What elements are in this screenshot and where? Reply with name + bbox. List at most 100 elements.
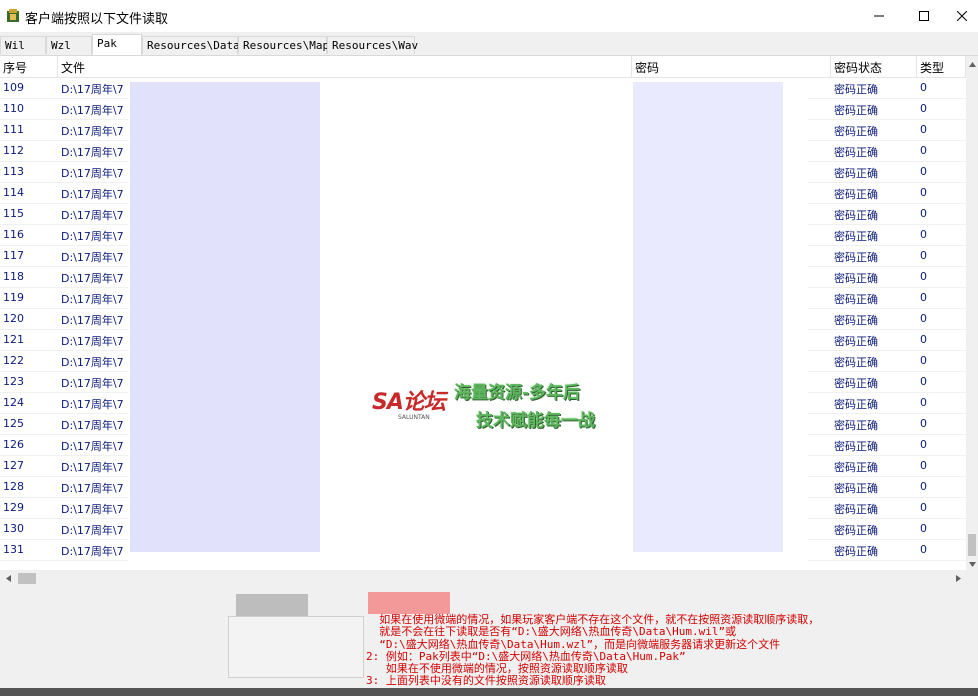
redacted-file-paths	[130, 82, 320, 552]
tab-resources-wav[interactable]: Resources\Wav	[327, 36, 418, 54]
app-icon	[5, 8, 21, 24]
row-seq: 109	[3, 81, 24, 94]
row-file: D:\17周年\7	[61, 398, 124, 411]
minimize-button[interactable]	[856, 0, 902, 32]
row-file: D:\17周年\7	[61, 104, 124, 117]
redacted-label	[236, 594, 308, 616]
row-file: D:\17周年\7	[61, 482, 124, 495]
row-status: 密码正确	[834, 209, 878, 222]
note-line: 3: 上面列表中没有的文件按照资源读取顺序读取	[366, 674, 606, 688]
row-type: 0	[920, 459, 927, 472]
row-seq: 111	[3, 123, 24, 136]
row-status: 密码正确	[834, 335, 878, 348]
row-type: 0	[920, 270, 927, 283]
scroll-left-icon[interactable]	[0, 570, 16, 587]
row-file: D:\17周年\7	[61, 125, 124, 138]
row-status: 密码正确	[834, 125, 878, 138]
row-file: D:\17周年\7	[61, 188, 124, 201]
tab-resources-data[interactable]: Resources\Data	[142, 36, 240, 54]
tab-pak[interactable]: Pak	[92, 34, 142, 55]
row-type: 0	[920, 186, 927, 199]
row-file: D:\17周年\7	[61, 167, 124, 180]
maximize-button[interactable]	[901, 0, 947, 32]
row-type: 0	[920, 102, 927, 115]
row-seq: 123	[3, 375, 24, 388]
column-header-seq[interactable]: 序号	[0, 56, 58, 78]
row-status: 密码正确	[834, 167, 878, 180]
close-icon	[957, 11, 967, 21]
row-status: 密码正确	[834, 419, 878, 432]
scroll-right-icon[interactable]	[950, 570, 966, 587]
scroll-down-icon[interactable]	[966, 558, 978, 570]
horizontal-scrollbar[interactable]	[0, 570, 978, 587]
file-list[interactable]: 序号 文件 密码 密码状态 类型 109 D:\17周年\7 密码正确 0 110 D:\…	[0, 55, 978, 587]
row-seq: 112	[3, 144, 24, 157]
watermark-line-1: 海量资源-多年后	[454, 383, 581, 403]
row-file: D:\17周年\7	[61, 440, 124, 453]
note-line: 就是不会在往下读取是否有“D:\盛大网络\热血传奇\Data\Hum.wil”或	[366, 625, 737, 639]
watermark-logo-sub: SALUNTAN	[398, 414, 430, 421]
tab-resources-map[interactable]: Resources\Map	[238, 36, 329, 54]
row-status: 密码正确	[834, 188, 878, 201]
tab-wzl[interactable]: Wzl	[46, 36, 92, 54]
row-type: 0	[920, 396, 927, 409]
row-status: 密码正确	[834, 524, 878, 537]
row-type: 0	[920, 165, 927, 178]
maximize-icon	[919, 11, 929, 21]
row-type: 0	[920, 480, 927, 493]
row-seq: 117	[3, 249, 24, 262]
tab-wil[interactable]: Wil	[0, 36, 46, 54]
list-header: 序号 文件 密码 密码状态 类型	[0, 56, 966, 78]
watermark: SA论坛 SALUNTAN 海量资源-多年后 技术赋能每一战	[372, 372, 612, 438]
row-file: D:\17周年\7	[61, 251, 124, 264]
row-seq: 128	[3, 480, 24, 493]
row-type: 0	[920, 543, 927, 556]
row-type: 0	[920, 438, 927, 451]
row-status: 密码正确	[834, 482, 878, 495]
row-file: D:\17周年\7	[61, 356, 124, 369]
column-header-status[interactable]: 密码状态	[831, 56, 917, 78]
row-file: D:\17周年\7	[61, 377, 124, 390]
row-type: 0	[920, 123, 927, 136]
row-seq: 114	[3, 186, 24, 199]
column-header-password[interactable]: 密码	[632, 56, 831, 78]
row-type: 0	[920, 501, 927, 514]
row-status: 密码正确	[834, 146, 878, 159]
row-type: 0	[920, 417, 927, 430]
title-bar: 客户端按照以下文件读取	[0, 0, 978, 32]
horizontal-scroll-thumb[interactable]	[18, 573, 36, 584]
row-seq: 124	[3, 396, 24, 409]
row-status: 密码正确	[834, 272, 878, 285]
row-type: 0	[920, 207, 927, 220]
row-type: 0	[920, 291, 927, 304]
row-status: 密码正确	[834, 356, 878, 369]
row-file: D:\17周年\7	[61, 314, 124, 327]
row-type: 0	[920, 228, 927, 241]
row-seq: 115	[3, 207, 24, 220]
row-file: D:\17周年\7	[61, 230, 124, 243]
row-status: 密码正确	[834, 440, 878, 453]
row-seq: 119	[3, 291, 24, 304]
row-seq: 113	[3, 165, 24, 178]
row-status: 密码正确	[834, 104, 878, 117]
redacted-area	[128, 78, 808, 587]
row-seq: 130	[3, 522, 24, 535]
vertical-scroll-thumb[interactable]	[968, 534, 976, 556]
column-header-type[interactable]: 类型	[917, 56, 966, 78]
row-seq: 118	[3, 270, 24, 283]
row-status: 密码正确	[834, 398, 878, 411]
watermark-logo: SA论坛	[372, 390, 446, 415]
row-file: D:\17周年\7	[61, 83, 124, 96]
close-button[interactable]	[946, 0, 978, 32]
row-type: 0	[920, 144, 927, 157]
vertical-scrollbar[interactable]	[966, 56, 978, 572]
row-file: D:\17周年\7	[61, 503, 124, 516]
scroll-up-icon[interactable]	[966, 58, 978, 70]
row-seq: 129	[3, 501, 24, 514]
column-header-file[interactable]: 文件	[58, 56, 632, 78]
minimize-icon	[874, 15, 884, 17]
row-status: 密码正确	[834, 251, 878, 264]
row-status: 密码正确	[834, 314, 878, 327]
row-status: 密码正确	[834, 83, 878, 96]
row-seq: 127	[3, 459, 24, 472]
